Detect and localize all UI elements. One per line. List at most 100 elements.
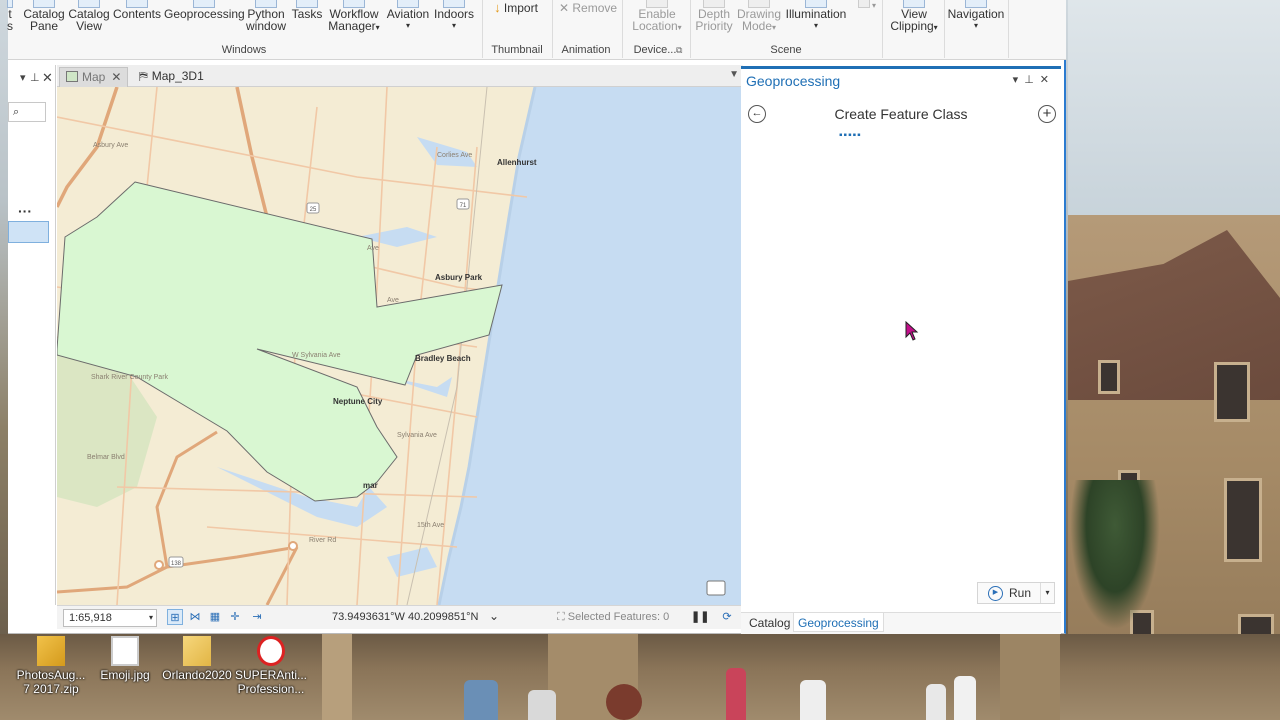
chevron-down-icon[interactable]: ▾ — [1013, 74, 1025, 86]
run-label: Run — [1009, 586, 1032, 600]
flower-pot — [606, 684, 642, 720]
catalog-view-button[interactable]: Catalog View — [68, 0, 110, 32]
group-separator — [552, 0, 553, 58]
map-canvas: 25 71 138 Allenhurst Asbury Park Bradley… — [57, 87, 743, 605]
view-clipping-button[interactable]: View Clipping▾ — [886, 0, 942, 34]
selection-icon: ⛶ — [557, 611, 568, 623]
desktop-icon-label: Emoji.jpg — [100, 668, 150, 682]
map-tabs: Map ✕ ⛿ Map_3D1 ▼ — [57, 65, 743, 87]
desktop-icon-label: PhotosAug... — [16, 668, 86, 682]
place-label: Allenhurst — [497, 158, 537, 167]
ribbon-label: Pane — [29, 19, 59, 33]
group-separator — [1008, 0, 1009, 58]
palm-tree — [1070, 480, 1160, 630]
tasks-button[interactable]: Tasks — [290, 0, 324, 20]
tab-label: Map — [82, 70, 106, 84]
geoprocessing-pane: Geoprocessing ▾⊥✕ ← Create Feature Class… — [741, 66, 1061, 634]
close-icon[interactable]: ✕ — [42, 70, 53, 86]
tab-label: Map_3D1 — [151, 69, 204, 83]
ribbon-label: Remove — [572, 1, 618, 15]
play-icon: ▶ — [988, 586, 1003, 602]
attribution-icon[interactable] — [706, 580, 726, 596]
window — [1224, 478, 1262, 562]
tab-catalog[interactable]: Catalog — [745, 616, 794, 630]
chevron-down-icon[interactable]: ▼ — [729, 69, 739, 80]
desktop-icon-label: SUPERAnti... — [234, 668, 308, 682]
ribbon-label: Priority — [695, 19, 733, 33]
wall — [1000, 634, 1060, 720]
chevron-down-icon: ▾ — [677, 23, 682, 32]
tab-map-3d1[interactable]: ⛿ Map_3D1 — [133, 67, 210, 87]
grid-icon[interactable]: ⊞ — [167, 609, 183, 625]
road-label: Asbury Ave — [93, 142, 128, 149]
chevron-down-icon: ▾ — [375, 23, 380, 32]
illumination-button[interactable]: Illumination ▾ — [784, 0, 848, 32]
catalog-pane-button[interactable]: Catalog Pane — [22, 0, 66, 32]
geoprocessing-button[interactable]: Geoprocessing — [164, 0, 245, 20]
tab-map[interactable]: Map ✕ — [59, 67, 129, 87]
workflow-manager-button[interactable]: Workflow Manager▾ — [326, 0, 382, 34]
chevron-down-icon[interactable]: ⌄ — [489, 609, 499, 623]
ribbon-button-clipped[interactable]: t s — [5, 0, 15, 32]
place-label: Asbury Park — [435, 273, 483, 282]
pin-icon[interactable]: ⊥ — [1024, 74, 1040, 86]
thumbnail-group-label: Thumbnail — [491, 44, 543, 56]
pane-tabs: Catalog Geoprocessing — [741, 612, 1061, 634]
image-file-icon — [111, 636, 139, 666]
import-arrow-icon: ↓ — [494, 0, 501, 15]
close-icon[interactable]: ✕ — [1040, 74, 1055, 86]
basemap[interactable]: 25 71 138 Allenhurst Asbury Park Bradley… — [57, 87, 743, 605]
selected-features-label: Selected Features: 0 — [567, 611, 670, 623]
tool-name: Create Feature Class — [834, 106, 968, 122]
person — [926, 684, 946, 720]
desktop-icon-emoji[interactable]: Emoji.jpg — [84, 636, 166, 682]
scale-dropdown[interactable]: 1:65,918 ▾ — [63, 609, 157, 627]
ribbon-label: Illumination — [785, 7, 847, 21]
dialog-launcher-icon[interactable]: ⧉ — [676, 45, 682, 56]
chevron-down-icon[interactable]: ▾ — [1040, 583, 1054, 603]
navigation-button[interactable]: Navigation ▾ — [946, 0, 1006, 32]
person — [726, 668, 746, 720]
search-input[interactable]: ⌕ — [8, 102, 46, 122]
close-icon[interactable]: ✕ — [111, 70, 121, 84]
fixed-zoom-icon[interactable]: ⇥ — [249, 609, 265, 625]
scale-value: 1:65,918 — [69, 612, 112, 624]
table-icon[interactable]: ▦ — [207, 609, 223, 625]
run-button[interactable]: ▶ Run ▾ — [977, 582, 1055, 604]
road-label: 15th Ave — [417, 522, 444, 529]
ribbon-label: Indoors — [433, 7, 475, 21]
desktop-icon-photos-zip[interactable]: PhotosAug... 7 2017.zip — [10, 636, 92, 696]
drawing-mode-button[interactable]: Drawing Mode▾ — [736, 0, 782, 34]
desktop-icon-orlando[interactable]: Orlando2020 — [156, 636, 238, 682]
depth-priority-button[interactable]: Depth Priority — [694, 0, 734, 32]
snapping-icon[interactable]: ⋈ — [187, 609, 203, 625]
more-options-icon[interactable]: ··· — [18, 203, 32, 219]
selected-features-count[interactable]: ⛶ Selected Features: 0 — [557, 611, 669, 624]
python-window-button[interactable]: Python window — [244, 0, 288, 32]
enable-location-button[interactable]: Enable Location▾ — [626, 0, 688, 34]
tab-geoprocessing[interactable]: Geoprocessing — [793, 613, 884, 632]
group-separator — [944, 0, 945, 58]
selected-list-item[interactable] — [8, 221, 49, 243]
aviation-button[interactable]: Aviation ▾ — [384, 0, 432, 32]
animation-group-label: Animation — [561, 44, 611, 56]
globe-icon: ⛿ — [139, 69, 148, 83]
pause-icon[interactable]: ❚❚ — [691, 609, 709, 625]
refresh-icon[interactable]: ⟳ — [719, 609, 735, 625]
zip-folder-icon — [37, 636, 65, 666]
pin-icon[interactable]: ⊥ — [30, 71, 40, 84]
scene-group-label: Scene — [770, 44, 802, 56]
import-button[interactable]: ↓ Import — [486, 0, 546, 15]
group-separator — [482, 0, 483, 58]
person — [464, 680, 498, 720]
add-icon[interactable]: + — [1038, 105, 1056, 123]
chevron-down-icon[interactable]: ▾ — [20, 71, 26, 84]
scene-options-button[interactable]: ▾ — [850, 0, 878, 10]
indoors-button[interactable]: Indoors ▾ — [432, 0, 476, 32]
ocean — [439, 87, 743, 605]
contents-button[interactable]: Contents — [112, 0, 162, 20]
chevron-down-icon: ▾ — [772, 23, 777, 32]
crosshair-icon[interactable]: ✛ — [227, 609, 243, 625]
desktop-icon-superantispyware[interactable]: SUPERAnti... Profession... — [230, 636, 312, 696]
remove-button[interactable]: ✕ Remove — [556, 2, 620, 14]
